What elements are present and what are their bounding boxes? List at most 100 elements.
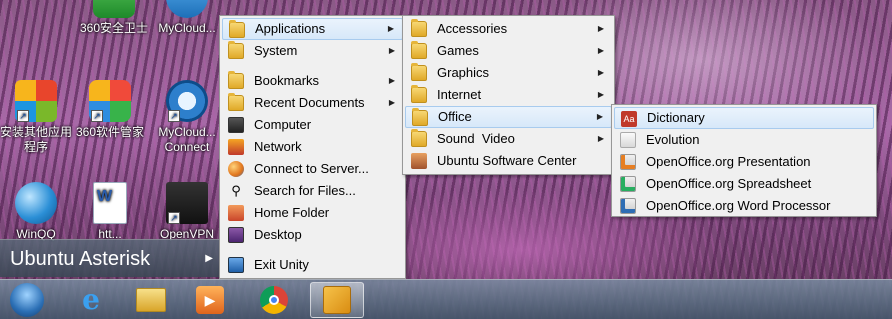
internet-explorer-icon: e <box>82 283 100 316</box>
menu-item-exit-unity[interactable]: Exit Unity <box>222 254 403 276</box>
folder-icon <box>411 85 427 103</box>
menu-item-label: Games <box>437 43 479 58</box>
menu-item-ubuntu-software-center[interactable]: Ubuntu Software Center <box>405 150 612 172</box>
menu-item-label: OpenOffice.org Presentation <box>646 154 811 169</box>
dictionary-icon: Aa <box>621 111 637 127</box>
chrome-icon <box>260 286 288 314</box>
folder-icon <box>228 41 244 59</box>
menu-item-label: Applications <box>255 21 326 36</box>
windows-install-icon: ↗ <box>15 80 57 122</box>
menu-item-connect-to-server[interactable]: Connect to Server... <box>222 158 403 180</box>
menu-item-desktop[interactable]: Desktop <box>222 224 403 246</box>
submenu-arrow-icon: ▶ <box>597 46 604 55</box>
folder-icon <box>412 108 428 126</box>
submenu-arrow-icon: ▶ <box>597 68 604 77</box>
media-player-button[interactable]: ▶ <box>184 282 238 318</box>
network-icon <box>228 139 244 155</box>
menu-item-label: Dictionary <box>647 110 705 125</box>
menu-item-label: Connect to Server... <box>254 161 369 176</box>
menu-item-label: System <box>254 43 298 58</box>
menu-item-label: Recent Documents <box>254 95 365 110</box>
home-folder-icon <box>228 205 244 221</box>
menu-item-dictionary[interactable]: Aa Dictionary <box>614 107 874 129</box>
menu-separator <box>222 62 403 70</box>
menu-item-oo-spreadsheet[interactable]: OpenOffice.org Spreadsheet <box>614 173 874 195</box>
shield-icon <box>93 0 135 18</box>
desktop-icon <box>228 227 244 243</box>
shortcut-arrow-icon: ↗ <box>17 110 29 122</box>
menu-item-oo-presentation[interactable]: OpenOffice.org Presentation <box>614 151 874 173</box>
cloud-icon <box>166 0 208 18</box>
menu-item-label: Search for Files... <box>254 183 356 198</box>
shortcut-arrow-icon: ↗ <box>168 212 180 224</box>
menu-item-accessories[interactable]: Accessories ▶ <box>405 18 612 40</box>
menu-item-recent-documents[interactable]: Recent Documents ▶ <box>222 92 403 114</box>
menu-item-office[interactable]: Office ▶ <box>405 106 612 128</box>
folder-icon <box>228 71 244 89</box>
folder-icon <box>411 19 427 37</box>
mail-icon <box>620 132 636 148</box>
ubuntu-asterisk-label: Ubuntu Asterisk <box>10 248 151 270</box>
app-store-icon: ↗ <box>89 80 131 122</box>
applications-submenu: Accessories ▶ Games ▶ Graphics ▶ Interne… <box>402 15 615 175</box>
file-explorer-icon <box>136 288 166 312</box>
menu-item-label: OpenOffice.org Word Processor <box>646 198 831 213</box>
submenu-arrow-icon: ▶ <box>388 76 395 85</box>
desktop-icon-mycloud-connect[interactable]: ↗ MyCloud... Connect <box>151 80 223 155</box>
menu-item-bookmarks[interactable]: Bookmarks ▶ <box>222 70 403 92</box>
submenu-arrow-icon: ▶ <box>596 112 603 121</box>
menu-item-label: Network <box>254 139 302 154</box>
windows-start-icon <box>10 283 44 317</box>
menu-item-graphics[interactable]: Graphics ▶ <box>405 62 612 84</box>
desktop-icon-winqq[interactable]: WinQQ <box>0 182 72 242</box>
chrome-button[interactable] <box>248 282 302 318</box>
submenu-arrow-icon: ▶ <box>597 90 604 99</box>
menu-item-search-for-files[interactable]: ⚲ Search for Files... <box>222 180 403 202</box>
menu-item-home-folder[interactable]: Home Folder <box>222 202 403 224</box>
software-center-icon <box>411 153 427 169</box>
spreadsheet-icon <box>620 176 636 192</box>
menu-item-label: Graphics <box>437 65 490 80</box>
menu-item-computer[interactable]: Computer <box>222 114 403 136</box>
menu-item-label: Sound Video <box>437 131 515 146</box>
menu-item-internet[interactable]: Internet ▶ <box>405 84 612 106</box>
menu-item-label: Internet <box>437 87 482 102</box>
cloud-connect-icon: ↗ <box>166 80 208 122</box>
menu-item-oo-word-processor[interactable]: OpenOffice.org Word Processor <box>614 195 874 217</box>
menu-item-network[interactable]: Network <box>222 136 403 158</box>
desktop-icon-label: 360软件管家 <box>75 125 145 139</box>
unity-app-button[interactable] <box>310 282 364 318</box>
folder-icon <box>411 63 427 81</box>
windows-start-button[interactable] <box>2 282 56 318</box>
chevron-right-icon: ▶ <box>205 253 213 264</box>
menu-item-evolution[interactable]: Evolution <box>614 129 874 151</box>
menu-item-sound-video[interactable]: Sound Video ▶ <box>405 128 612 150</box>
file-explorer-button[interactable] <box>124 282 178 318</box>
desktop-icon-360-software[interactable]: ↗ 360软件管家 <box>74 80 146 140</box>
magnifier-icon: ⚲ <box>231 183 241 198</box>
submenu-arrow-icon: ▶ <box>388 98 395 107</box>
desktop-icon-word-document[interactable]: W htt... <box>74 182 146 242</box>
menu-item-games[interactable]: Games ▶ <box>405 40 612 62</box>
submenu-arrow-icon: ▶ <box>597 24 604 33</box>
folder-icon <box>411 129 427 147</box>
internet-explorer-button[interactable]: e <box>64 282 118 318</box>
desktop-icon-install-apps[interactable]: ↗ 安装其他应用程序 <box>0 80 72 155</box>
menu-item-applications[interactable]: Applications ▶ <box>222 18 403 40</box>
ubuntu-asterisk-button[interactable]: Ubuntu Asterisk ▶ <box>0 239 219 277</box>
desktop-icon-mycloud[interactable]: MyCloud... <box>151 0 223 36</box>
presentation-icon <box>620 154 636 170</box>
desktop-icon-360-safe[interactable]: 360安全卫士 <box>78 0 150 36</box>
desktop-icon-label: 安装其他应用程序 <box>0 125 73 154</box>
desktop-icon-openvpn[interactable]: ↗ OpenVPN <box>151 182 223 242</box>
shortcut-arrow-icon: ↗ <box>168 110 180 122</box>
desktop-icon-label: MyCloud... Connect <box>158 125 216 154</box>
submenu-arrow-icon: ▶ <box>387 24 394 33</box>
menu-item-label: Home Folder <box>254 205 330 220</box>
menu-item-system[interactable]: System ▶ <box>222 40 403 62</box>
main-menu: Applications ▶ System ▶ Bookmarks ▶ Rece… <box>219 15 406 279</box>
submenu-arrow-icon: ▶ <box>597 134 604 143</box>
word-document-icon: W <box>93 182 127 224</box>
menu-item-label: Computer <box>254 117 312 132</box>
folder-icon <box>411 41 427 59</box>
